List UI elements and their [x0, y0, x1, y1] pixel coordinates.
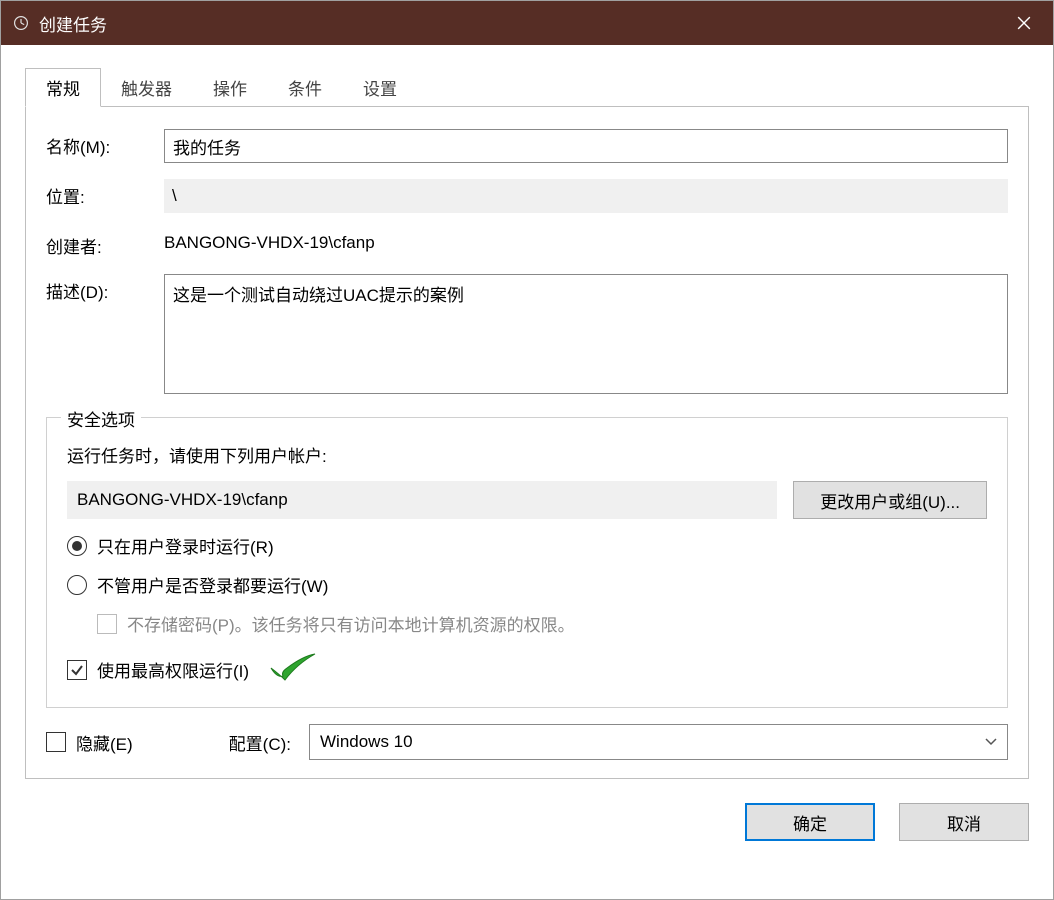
close-button[interactable] [995, 1, 1053, 45]
check-hidden-label: 隐藏(E) [76, 730, 133, 755]
radio-any-control[interactable] [67, 575, 87, 595]
tab-conditions[interactable]: 条件 [268, 68, 343, 107]
tab-triggers[interactable]: 触发器 [101, 68, 193, 107]
description-label: 描述(D): [46, 274, 164, 303]
config-label: 配置(C): [229, 730, 291, 755]
security-legend: 安全选项 [61, 406, 141, 431]
check-no-store-pw-label: 不存储密码(P)。该任务将只有访问本地计算机资源的权限。 [127, 611, 575, 636]
creator-label: 创建者: [46, 229, 164, 258]
ok-button[interactable]: 确定 [745, 803, 875, 841]
tab-panel-general: 名称(M): 位置: \ 创建者: BANGONG-VHDX-19\cfanp [25, 106, 1029, 779]
name-label: 名称(M): [46, 129, 164, 158]
radio-logged-on-control[interactable] [67, 536, 87, 556]
client-area: 常规 触发器 操作 条件 设置 名称(M): 位置: \ [1, 45, 1053, 899]
check-highest-priv[interactable]: 使用最高权限运行(I) [67, 650, 987, 689]
security-user: BANGONG-VHDX-19\cfanp [67, 481, 777, 519]
security-groupbox: 安全选项 运行任务时，请使用下列用户帐户: BANGONG-VHDX-19\cf… [46, 417, 1008, 708]
tab-actions[interactable]: 操作 [193, 68, 268, 107]
description-input[interactable] [164, 274, 1008, 394]
titlebar: 创建任务 [1, 1, 1053, 45]
name-input[interactable] [164, 129, 1008, 163]
radio-any-label: 不管用户是否登录都要运行(W) [97, 572, 328, 597]
radio-logged-on-label: 只在用户登录时运行(R) [97, 533, 274, 558]
check-hidden[interactable]: 隐藏(E) [46, 730, 133, 755]
security-prompt: 运行任务时，请使用下列用户帐户: [67, 442, 987, 467]
check-highest-priv-label: 使用最高权限运行(I) [97, 657, 249, 682]
check-no-store-pw-control [97, 614, 117, 634]
window-title: 创建任务 [39, 11, 107, 36]
clock-icon [11, 13, 31, 33]
radio-any[interactable]: 不管用户是否登录都要运行(W) [67, 572, 987, 597]
config-value: Windows 10 [320, 732, 413, 752]
location-label: 位置: [46, 179, 164, 208]
annotation-checkmark-icon [267, 650, 319, 689]
cancel-button[interactable]: 取消 [899, 803, 1029, 841]
tab-settings[interactable]: 设置 [343, 68, 418, 107]
create-task-dialog: 创建任务 常规 触发器 操作 条件 设置 名称(M): 位置: [0, 0, 1054, 900]
creator-value: BANGONG-VHDX-19\cfanp [164, 229, 1008, 253]
location-value: \ [164, 179, 1008, 213]
config-combo[interactable]: Windows 10 [309, 724, 1008, 760]
tab-general[interactable]: 常规 [25, 68, 101, 107]
tabstrip: 常规 触发器 操作 条件 设置 [25, 67, 1029, 106]
check-hidden-control[interactable] [46, 732, 66, 752]
chevron-down-icon [985, 735, 997, 749]
change-user-button[interactable]: 更改用户或组(U)... [793, 481, 987, 519]
check-no-store-pw: 不存储密码(P)。该任务将只有访问本地计算机资源的权限。 [97, 611, 987, 636]
radio-logged-on[interactable]: 只在用户登录时运行(R) [67, 533, 987, 558]
dialog-buttons: 确定 取消 [25, 803, 1029, 841]
check-highest-priv-control[interactable] [67, 660, 87, 680]
